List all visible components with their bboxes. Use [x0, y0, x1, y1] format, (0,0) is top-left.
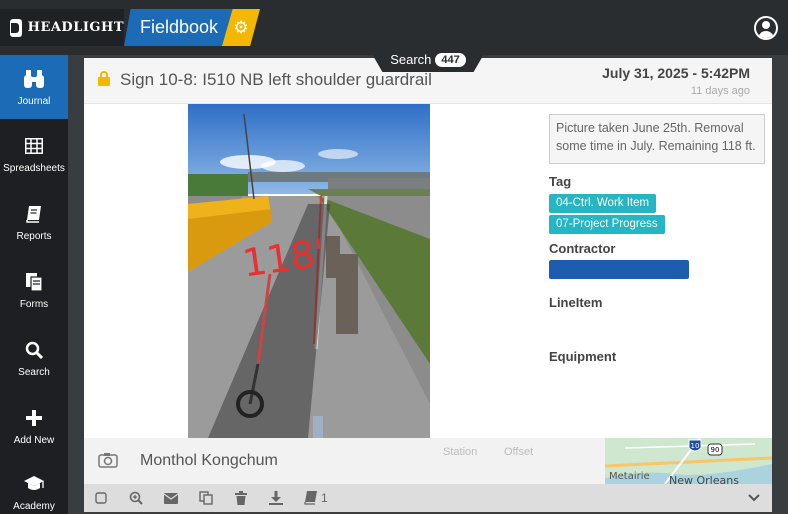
sidebar-item-label: Search	[18, 366, 50, 378]
chevron-down-icon[interactable]	[746, 490, 762, 506]
checkbox-icon[interactable]	[93, 490, 109, 506]
sidebar-item-label: Spreadsheets	[3, 162, 65, 174]
book-icon	[25, 203, 43, 225]
map-label-new-orleans: New Orleans	[669, 474, 739, 484]
user-profile-button[interactable]	[754, 16, 778, 40]
search-results-tab[interactable]: Search 447	[368, 47, 488, 72]
sidebar-item-label: Forms	[19, 298, 49, 310]
equipment-label: Equipment	[549, 349, 617, 364]
book-icon[interactable]	[303, 490, 319, 506]
sidebar-item-label: Reports	[16, 230, 52, 242]
lineitem-label: LineItem	[549, 295, 603, 310]
svg-text:90: 90	[711, 446, 720, 454]
sidebar-item-label: Journal	[17, 95, 51, 107]
journal-entry-card: Sign 10-8: I510 NB left shoulder guardra…	[84, 58, 772, 512]
camera-icon[interactable]	[98, 452, 118, 473]
sidebar-item-reports[interactable]: Reports	[0, 190, 68, 254]
entry-relative-time: 11 days ago	[690, 85, 750, 97]
fieldbook-tab[interactable]: Fieldbook	[124, 9, 234, 46]
book-count: 1	[321, 491, 328, 505]
entry-footer-row: Monthol Kongchum Station Offset 10 90 Me…	[84, 438, 772, 484]
location-map[interactable]: 10 90 Metairie New Orleans	[605, 438, 772, 484]
logo-text: HEADLIGHT	[27, 20, 124, 35]
lock-icon	[98, 71, 110, 86]
sidebar-item-label: Academy	[13, 500, 55, 512]
download-icon[interactable]	[268, 490, 284, 506]
entry-title: Sign 10-8: I510 NB left shoulder guardra…	[120, 70, 432, 89]
sidebar-item-spreadsheets[interactable]: Spreadsheets	[0, 122, 68, 186]
sidebar-item-label: Add New	[13, 434, 55, 446]
interstate-10-shield-icon: 10	[688, 439, 702, 452]
zoom-in-icon[interactable]	[128, 490, 144, 506]
map-label-metairie: Metairie	[609, 471, 650, 482]
entry-note: Picture taken June 25th. Removal some ti…	[549, 114, 765, 164]
us-90-shield-icon: 90	[707, 443, 723, 456]
binoculars-icon	[23, 68, 45, 90]
tag-label: Tag	[549, 174, 572, 189]
headlight-logo[interactable]: HEADLIGHT	[0, 9, 124, 46]
grid-icon	[25, 135, 43, 157]
forms-icon	[25, 271, 43, 293]
search-count-badge: 447	[435, 52, 466, 67]
sidebar-item-journal[interactable]: Journal	[0, 55, 68, 119]
contractor-value[interactable]	[549, 260, 689, 279]
sidebar-item-academy[interactable]: Academy	[0, 460, 68, 514]
sidebar-item-add-new[interactable]: Add New	[0, 394, 68, 458]
sidebar: Journal Spreadsheets Reports Forms Searc…	[0, 55, 68, 514]
contractor-label: Contractor	[549, 241, 616, 256]
entry-toolbar: 1	[84, 484, 772, 512]
trash-icon[interactable]	[233, 490, 249, 506]
entry-author: Monthol Kongchum	[140, 452, 278, 469]
offset-label: Offset	[504, 446, 534, 458]
search-tab-label: Search	[390, 52, 432, 67]
email-icon[interactable]	[163, 490, 179, 506]
search-icon	[25, 339, 43, 361]
top-bar: HEADLIGHT Fieldbook ⚙	[0, 0, 788, 55]
tag-chip[interactable]: 07-Project Progress	[549, 215, 665, 234]
sidebar-item-forms[interactable]: Forms	[0, 258, 68, 322]
graduation-cap-icon	[23, 473, 45, 495]
user-avatar-icon	[762, 21, 770, 29]
tag-chip[interactable]: 04-Ctrl. Work Item	[549, 194, 657, 213]
logo-mark-icon	[10, 18, 22, 37]
sidebar-item-search[interactable]: Search	[0, 326, 68, 390]
svg-text:10: 10	[691, 442, 700, 450]
module-title: Fieldbook	[140, 17, 219, 37]
gear-icon: ⚙	[233, 17, 249, 37]
entry-photo[interactable]: 118'	[188, 104, 430, 438]
copy-icon[interactable]	[198, 490, 214, 506]
entry-date: July 31, 2025 - 5:42PM	[602, 65, 750, 81]
station-label: Station	[443, 446, 478, 458]
plus-icon	[26, 407, 42, 429]
